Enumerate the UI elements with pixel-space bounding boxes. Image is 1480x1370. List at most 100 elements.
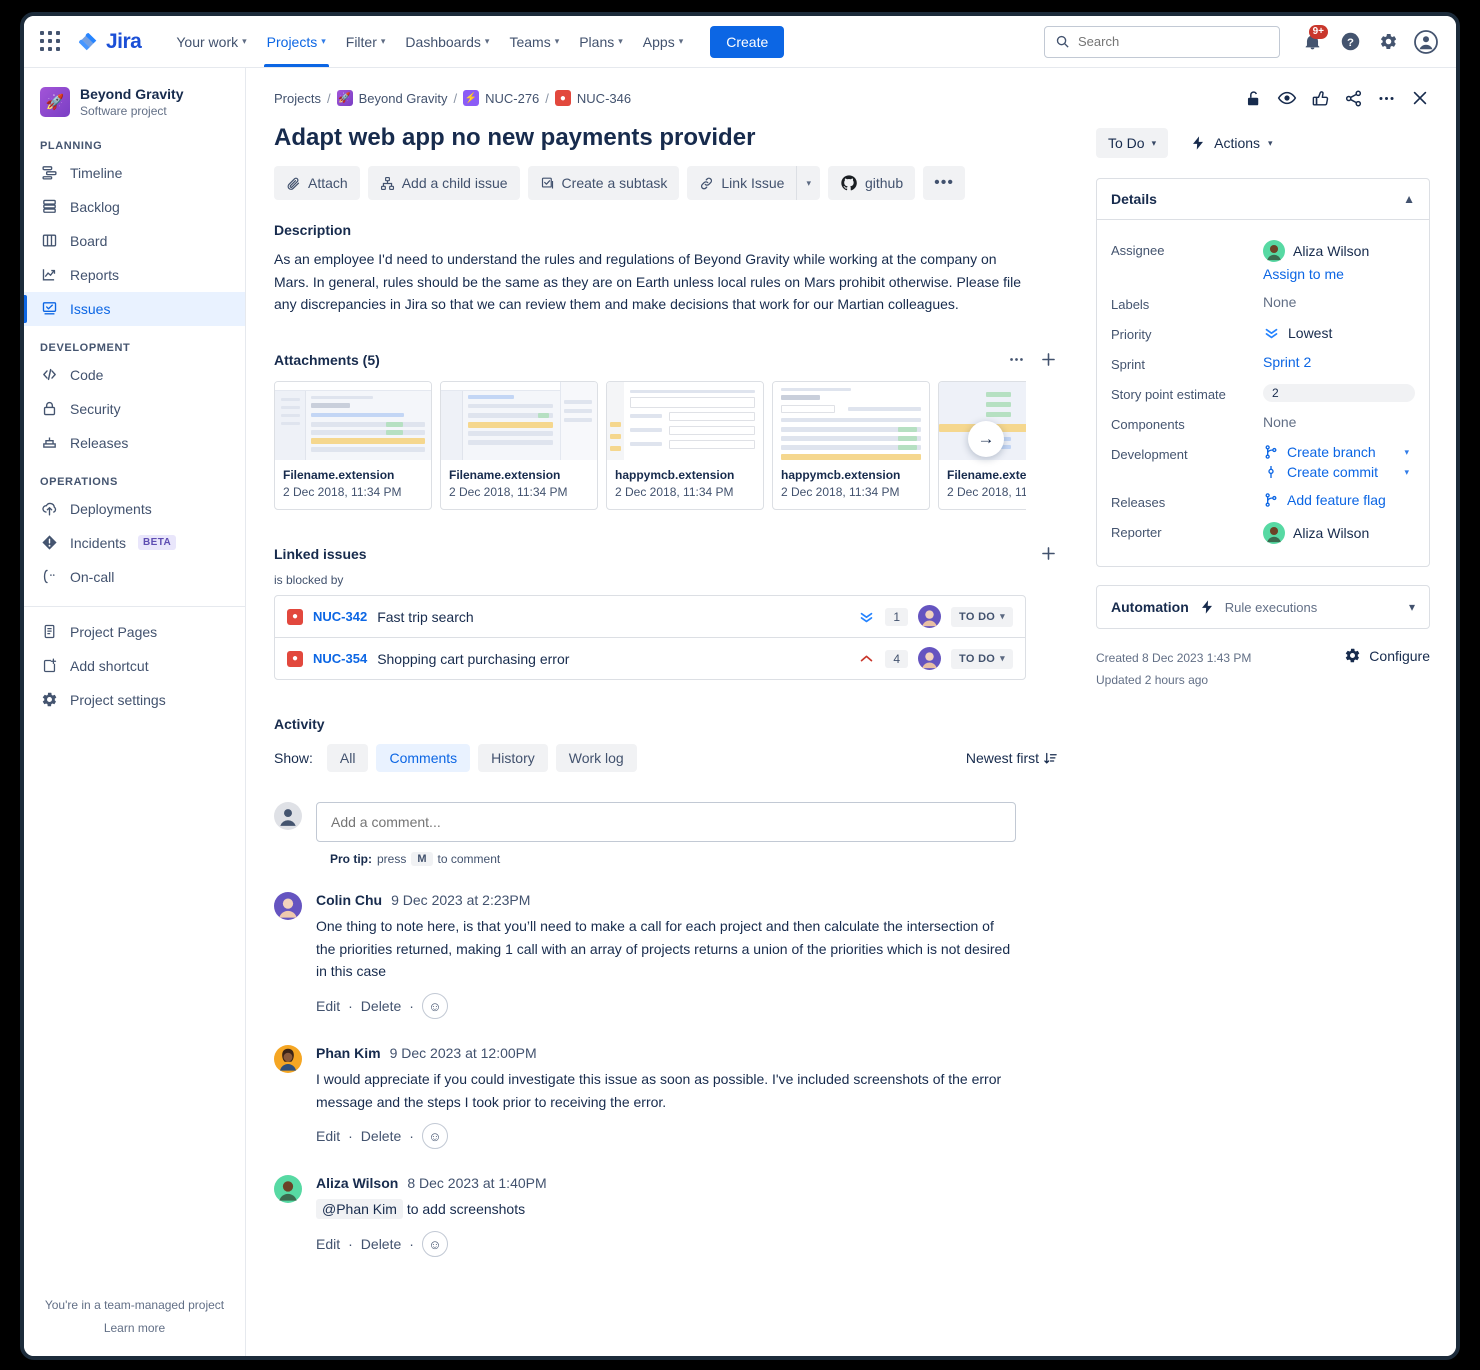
add-reaction-icon[interactable]: ☺ [422, 993, 448, 1019]
sidebar-item-code[interactable]: Code [24, 358, 245, 392]
search-box[interactable] [1044, 26, 1280, 58]
breadcrumb-projects[interactable]: Projects [274, 91, 321, 106]
nav-item-your-work[interactable]: Your work ▾ [167, 16, 255, 67]
delete-comment-link[interactable]: Delete [361, 1236, 401, 1252]
comment-author[interactable]: Aliza Wilson [316, 1175, 398, 1191]
assign-to-me-link[interactable]: Assign to me [1263, 266, 1415, 282]
tab-work-log[interactable]: Work log [556, 744, 637, 772]
search-input[interactable] [1078, 34, 1269, 49]
project-header[interactable]: 🚀 Beyond Gravity Software project [24, 68, 245, 124]
nav-item-apps[interactable]: Apps ▾ [634, 16, 692, 67]
sidebar-item-deployments[interactable]: Deployments [24, 492, 245, 526]
comment-author[interactable]: Colin Chu [316, 892, 382, 908]
breadcrumb-epic[interactable]: NUC-276 [485, 91, 539, 106]
share-icon[interactable] [1344, 89, 1363, 108]
sidebar-item-issues[interactable]: Issues [24, 292, 245, 326]
reporter-value[interactable]: Aliza Wilson [1263, 522, 1415, 544]
attachment-card[interactable]: happymcb.extension 2 Dec 2018, 11:34 PM [606, 381, 764, 510]
breadcrumb-issue[interactable]: NUC-346 [577, 91, 631, 106]
chevron-down-icon[interactable]: ▾ [1404, 447, 1415, 458]
chevron-down-icon[interactable]: ▾ [1404, 467, 1415, 478]
sidebar-item-timeline[interactable]: Timeline [24, 156, 245, 190]
apps-grid-icon[interactable] [40, 31, 62, 53]
sidebar-item-project-pages[interactable]: Project Pages [24, 615, 245, 649]
assignee-value[interactable]: Aliza Wilson [1263, 240, 1415, 262]
sidebar-item-on-call[interactable]: On-call [24, 560, 245, 594]
avatar[interactable] [274, 1045, 302, 1149]
sidebar-item-backlog[interactable]: Backlog [24, 190, 245, 224]
sidebar-item-incidents[interactable]: Incidents BETA [24, 526, 245, 560]
plus-icon[interactable] [1039, 544, 1058, 563]
more-actions-button[interactable]: ••• [923, 166, 965, 200]
comment-input-box[interactable] [316, 802, 1016, 842]
nav-item-plans[interactable]: Plans ▾ [570, 16, 632, 67]
close-icon[interactable] [1410, 88, 1430, 108]
sidebar-item-security[interactable]: Security [24, 392, 245, 426]
chevron-down-icon[interactable]: ▾ [1409, 600, 1415, 614]
link-issue-dropdown-button[interactable]: ▾ [796, 166, 820, 200]
profile-avatar-icon[interactable] [1410, 26, 1442, 58]
edit-comment-link[interactable]: Edit [316, 998, 340, 1014]
comment-author[interactable]: Phan Kim [316, 1045, 381, 1061]
sidebar-item-releases[interactable]: Releases [24, 426, 245, 460]
status-badge[interactable]: TO DO ▾ [951, 607, 1013, 627]
attachment-card[interactable]: Filename.extension 2 Dec 2018, 11:34 PM [440, 381, 598, 510]
like-icon[interactable] [1311, 89, 1330, 108]
github-button[interactable]: github [828, 166, 915, 200]
settings-icon[interactable] [1372, 26, 1404, 58]
priority-value[interactable]: Lowest [1263, 324, 1415, 341]
linked-issue-key[interactable]: NUC-354 [313, 651, 367, 666]
page-title[interactable]: Adapt web app no new payments provider [274, 124, 1058, 152]
create-button[interactable]: Create [710, 26, 784, 58]
sidebar-item-board[interactable]: Board [24, 224, 245, 258]
story-point-value[interactable]: 2 [1263, 384, 1415, 402]
avatar[interactable] [274, 1175, 302, 1257]
sort-order-button[interactable]: Newest first [966, 750, 1058, 766]
jira-logo[interactable]: Jira [78, 30, 141, 54]
mention-chip[interactable]: @Phan Kim [316, 1199, 403, 1219]
create-subtask-button[interactable]: Create a subtask [528, 166, 680, 200]
arrow-right-icon[interactable]: → [968, 421, 1004, 457]
actions-dropdown-button[interactable]: Actions ▾ [1190, 135, 1272, 151]
table-row[interactable]: ● NUC-354 Shopping cart purchasing error… [275, 638, 1025, 679]
breadcrumb-project[interactable]: Beyond Gravity [359, 91, 448, 106]
attach-button[interactable]: Attach [274, 166, 360, 200]
help-icon[interactable]: ? [1334, 26, 1366, 58]
watch-icon[interactable] [1277, 88, 1297, 108]
automation-panel[interactable]: Automation Rule executions ▾ [1096, 585, 1430, 629]
edit-comment-link[interactable]: Edit [316, 1236, 340, 1252]
configure-button[interactable]: Configure [1344, 647, 1430, 664]
unlock-icon[interactable] [1244, 89, 1263, 108]
notifications-icon[interactable]: 9+ [1296, 26, 1328, 58]
sidebar-item-reports[interactable]: Reports [24, 258, 245, 292]
add-feature-flag-link[interactable]: Add feature flag [1287, 492, 1386, 508]
sidebar-item-add-shortcut[interactable]: Add shortcut [24, 649, 245, 683]
nav-item-projects[interactable]: Projects ▾ [258, 16, 335, 67]
more-icon[interactable] [1377, 89, 1396, 108]
add-child-issue-button[interactable]: Add a child issue [368, 166, 520, 200]
comment-input[interactable] [331, 814, 1001, 830]
description-text[interactable]: As an employee I'd need to understand th… [274, 248, 1022, 316]
add-reaction-icon[interactable]: ☺ [422, 1123, 448, 1149]
edit-comment-link[interactable]: Edit [316, 1128, 340, 1144]
attachment-card[interactable]: Filename.extension 2 Dec 2018, 11:34 PM [274, 381, 432, 510]
add-feature-flag-row[interactable]: Add feature flag [1263, 492, 1415, 508]
nav-item-filter[interactable]: Filter ▾ [337, 16, 395, 67]
create-commit-row[interactable]: Create commit ▾ [1263, 464, 1415, 480]
learn-more-link[interactable]: Learn more [34, 1317, 235, 1340]
delete-comment-link[interactable]: Delete [361, 998, 401, 1014]
sidebar-item-project-settings[interactable]: Project settings [24, 683, 245, 717]
chevron-up-icon[interactable]: ▲ [1403, 192, 1415, 206]
labels-value[interactable]: None [1263, 294, 1415, 310]
status-dropdown-button[interactable]: To Do ▾ [1096, 128, 1168, 158]
sprint-link[interactable]: Sprint 2 [1263, 354, 1415, 370]
plus-icon[interactable] [1039, 350, 1058, 369]
delete-comment-link[interactable]: Delete [361, 1128, 401, 1144]
tab-history[interactable]: History [478, 744, 548, 772]
link-issue-button[interactable]: Link Issue [687, 166, 796, 200]
table-row[interactable]: ● NUC-342 Fast trip search 1 [275, 596, 1025, 638]
details-panel-header[interactable]: Details ▲ [1097, 179, 1429, 220]
attachment-card[interactable]: happymcb.extension 2 Dec 2018, 11:34 PM [772, 381, 930, 510]
linked-issue-key[interactable]: NUC-342 [313, 609, 367, 624]
more-icon[interactable] [1008, 351, 1025, 368]
